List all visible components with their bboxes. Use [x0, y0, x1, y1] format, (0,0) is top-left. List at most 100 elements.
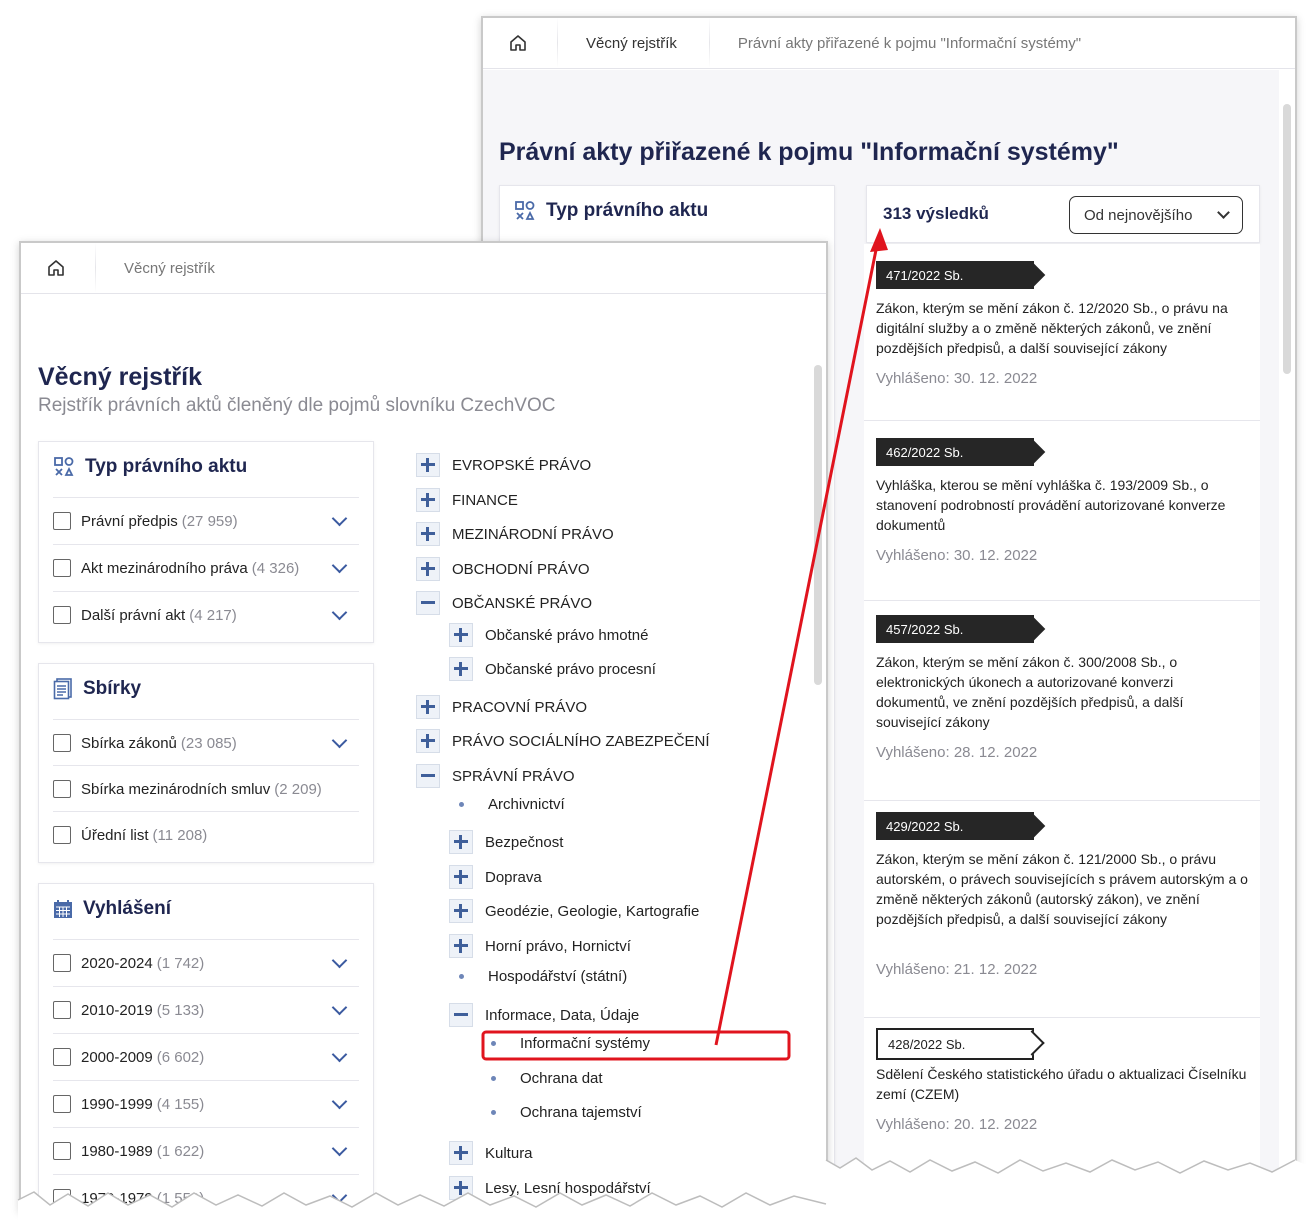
- result-text[interactable]: Sdělení Českého statistického úřadu o ak…: [876, 1064, 1250, 1104]
- tree-node[interactable]: OBCHODNÍ PRÁVO: [416, 557, 590, 581]
- tree-node[interactable]: Lesy, Lesní hospodářství: [449, 1176, 651, 1200]
- result-badge[interactable]: 457/2022 Sb.: [876, 615, 1034, 643]
- tree-label[interactable]: Archivnictví: [488, 796, 565, 813]
- tree-label[interactable]: OBČANSKÉ PRÁVO: [452, 595, 592, 612]
- tree-node[interactable]: FINANCE: [416, 488, 518, 512]
- tree-leaf[interactable]: Ochrana dat: [481, 1070, 603, 1087]
- tree-label[interactable]: MEZINÁRODNÍ PRÁVO: [452, 526, 614, 543]
- expand-icon[interactable]: [449, 623, 473, 647]
- tree-node[interactable]: Občanské právo procesní: [449, 657, 656, 681]
- tree-node[interactable]: MEZINÁRODNÍ PRÁVO: [416, 522, 614, 546]
- expand-icon[interactable]: [449, 657, 473, 681]
- chevron-down-icon[interactable]: [331, 604, 348, 621]
- tree-node[interactable]: Doprava: [449, 865, 542, 889]
- checkbox[interactable]: [53, 1048, 71, 1066]
- tree-node[interactable]: Informace, Data, Údaje: [449, 1003, 639, 1027]
- tree-label[interactable]: Občanské právo hmotné: [485, 627, 648, 644]
- result-text[interactable]: Zákon, kterým se mění zákon č. 121/2000 …: [876, 849, 1250, 929]
- expand-icon[interactable]: [449, 899, 473, 923]
- filter-row[interactable]: Sbírka zákonů (23 085): [53, 719, 359, 766]
- tree-node[interactable]: EVROPSKÉ PRÁVO: [416, 453, 591, 477]
- filter-row[interactable]: Úřední list (11 208): [53, 811, 359, 858]
- tree-label[interactable]: Ochrana tajemství: [520, 1104, 642, 1121]
- tree-label[interactable]: EVROPSKÉ PRÁVO: [452, 457, 591, 474]
- breadcrumb-home[interactable]: [21, 243, 89, 293]
- expand-icon[interactable]: [416, 729, 440, 753]
- checkbox[interactable]: [53, 1001, 71, 1019]
- expand-icon[interactable]: [416, 557, 440, 581]
- expand-icon[interactable]: [416, 522, 440, 546]
- tree-leaf[interactable]: Ochrana tajemství: [481, 1104, 642, 1121]
- filter-row[interactable]: 1990-1999 (4 155): [53, 1080, 359, 1127]
- checkbox[interactable]: [53, 1095, 71, 1113]
- tree-label[interactable]: Hospodářství (státní): [488, 968, 627, 985]
- chevron-down-icon[interactable]: [331, 952, 348, 969]
- scrollbar[interactable]: [1283, 104, 1291, 374]
- tree-label[interactable]: PRÁVO SOCIÁLNÍHO ZABEZPEČENÍ: [452, 733, 710, 750]
- expand-icon[interactable]: [416, 488, 440, 512]
- result-text[interactable]: Vyhláška, kterou se mění vyhláška č. 193…: [876, 475, 1250, 535]
- tree-leaf-selected[interactable]: Informační systémy: [481, 1035, 650, 1052]
- expand-icon[interactable]: [449, 865, 473, 889]
- tree-node[interactable]: Geodézie, Geologie, Kartografie: [449, 899, 699, 923]
- tree-node[interactable]: Občanské právo hmotné: [449, 623, 648, 647]
- result-text[interactable]: Zákon, kterým se mění zákon č. 12/2020 S…: [876, 298, 1250, 358]
- tree-node[interactable]: OBČANSKÉ PRÁVO: [416, 591, 592, 615]
- expand-icon[interactable]: [416, 453, 440, 477]
- tree-node[interactable]: Horní právo, Hornictví: [449, 934, 631, 958]
- expand-icon[interactable]: [416, 695, 440, 719]
- filter-row[interactable]: Další právní akt (4 217): [53, 591, 359, 638]
- scrollbar[interactable]: [814, 365, 822, 685]
- filter-row[interactable]: 2000-2009 (6 602): [53, 1033, 359, 1080]
- chevron-down-icon[interactable]: [331, 557, 348, 574]
- filter-row[interactable]: 1970-1979 (1 550): [53, 1174, 359, 1209]
- checkbox[interactable]: [53, 606, 71, 624]
- tree-label[interactable]: Geodézie, Geologie, Kartografie: [485, 903, 699, 920]
- tree-label[interactable]: Kultura: [485, 1145, 533, 1162]
- checkbox[interactable]: [53, 1142, 71, 1160]
- checkbox[interactable]: [53, 826, 71, 844]
- filter-row[interactable]: Právní předpis (27 959): [53, 497, 359, 544]
- tree-label[interactable]: Občanské právo procesní: [485, 661, 656, 678]
- tree-label[interactable]: Ochrana dat: [520, 1070, 603, 1087]
- tree-node[interactable]: PRÁVO SOCIÁLNÍHO ZABEZPEČENÍ: [416, 729, 710, 753]
- tree-node[interactable]: SPRÁVNÍ PRÁVO: [416, 764, 575, 788]
- tree-label[interactable]: OBCHODNÍ PRÁVO: [452, 561, 590, 578]
- tree-label[interactable]: FINANCE: [452, 492, 518, 509]
- expand-icon[interactable]: [449, 934, 473, 958]
- filter-row[interactable]: 1980-1989 (1 622): [53, 1127, 359, 1174]
- result-text[interactable]: Zákon, kterým se mění zákon č. 300/2008 …: [876, 652, 1250, 732]
- tree-label[interactable]: Informace, Data, Údaje: [485, 1007, 639, 1024]
- breadcrumb-home[interactable]: [483, 18, 551, 68]
- tree-label[interactable]: SPRÁVNÍ PRÁVO: [452, 768, 575, 785]
- result-badge[interactable]: 429/2022 Sb.: [876, 812, 1034, 840]
- chevron-down-icon[interactable]: [331, 999, 348, 1016]
- filter-row[interactable]: 2010-2019 (5 133): [53, 986, 359, 1033]
- expand-icon[interactable]: [449, 1176, 473, 1200]
- checkbox[interactable]: [53, 1189, 71, 1207]
- tree-label[interactable]: Informační systémy: [520, 1035, 650, 1052]
- chevron-down-icon[interactable]: [331, 732, 348, 749]
- checkbox[interactable]: [53, 559, 71, 577]
- chevron-down-icon[interactable]: [331, 1046, 348, 1063]
- chevron-down-icon[interactable]: [331, 510, 348, 527]
- tree-label[interactable]: Doprava: [485, 869, 542, 886]
- tree-label[interactable]: Bezpečnost: [485, 834, 563, 851]
- filter-row[interactable]: Akt mezinárodního práva (4 326): [53, 544, 359, 591]
- collapse-icon[interactable]: [416, 764, 440, 788]
- result-badge[interactable]: 471/2022 Sb.: [876, 261, 1034, 289]
- tree-node[interactable]: Bezpečnost: [449, 830, 563, 854]
- checkbox[interactable]: [53, 780, 71, 798]
- tree-label[interactable]: PRACOVNÍ PRÁVO: [452, 699, 587, 716]
- tree-label[interactable]: Horní právo, Hornictví: [485, 938, 631, 955]
- sort-select[interactable]: Od nejnovějšího: [1069, 196, 1243, 234]
- checkbox[interactable]: [53, 954, 71, 972]
- filter-row[interactable]: Sbírka mezinárodních smluv (2 209): [53, 765, 359, 812]
- tree-leaf[interactable]: Archivnictví: [449, 796, 565, 813]
- checkbox[interactable]: [53, 512, 71, 530]
- checkbox[interactable]: [53, 734, 71, 752]
- chevron-down-icon[interactable]: [331, 1093, 348, 1110]
- breadcrumb-item-rejstrik[interactable]: Věcný rejstřík: [564, 18, 703, 68]
- expand-icon[interactable]: [449, 830, 473, 854]
- filter-row[interactable]: 2020-2024 (1 742): [53, 939, 359, 986]
